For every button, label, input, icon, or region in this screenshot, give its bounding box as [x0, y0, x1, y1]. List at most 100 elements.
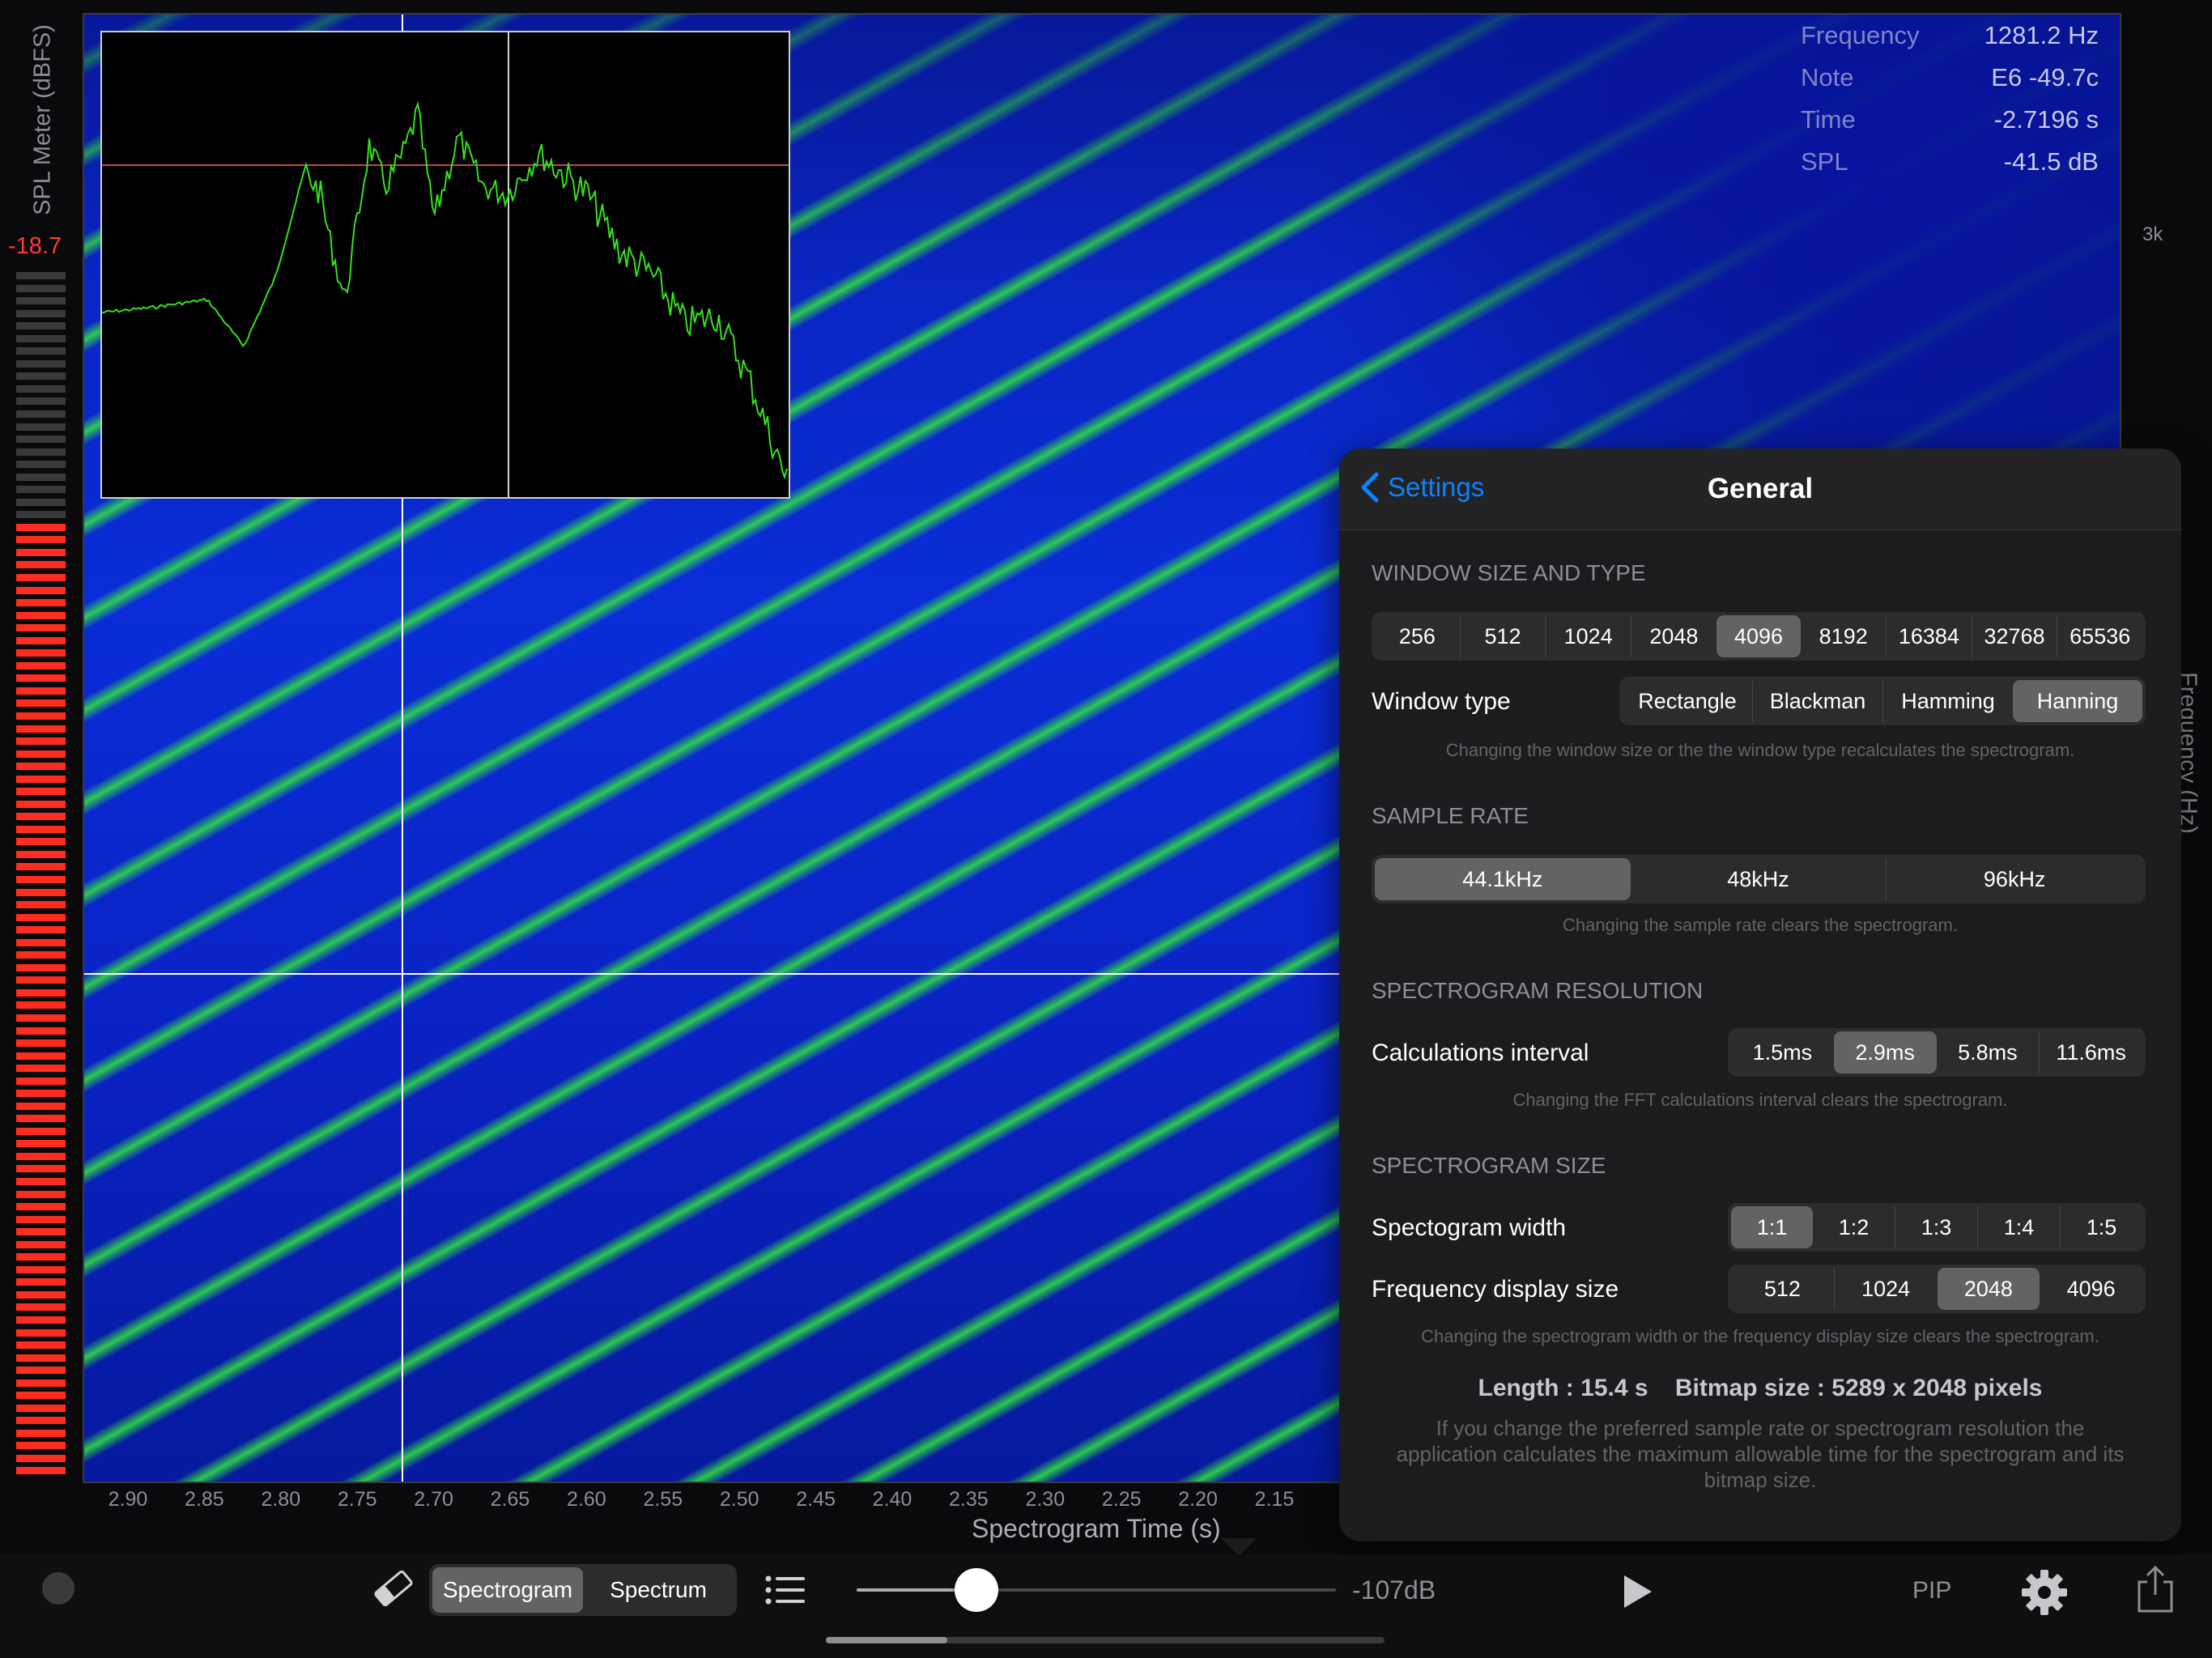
interval-option[interactable]: 5.8ms: [1937, 1031, 2040, 1073]
spl-meter-segment: [16, 951, 66, 959]
window-size-option[interactable]: 16384: [1886, 615, 1972, 657]
time-tick-label: 2.80: [261, 1488, 301, 1511]
window-type-option[interactable]: Hanning: [2013, 680, 2142, 722]
window-size-option[interactable]: 256: [1375, 615, 1460, 657]
time-tick-label: 2.55: [643, 1488, 683, 1511]
calculations-interval-control[interactable]: 1.5ms 2.9ms 5.8ms 11.6ms: [1728, 1028, 2146, 1077]
time-tick-label: 2.85: [185, 1488, 224, 1511]
spl-meter-segment: [16, 1240, 66, 1248]
spl-meter-segment: [16, 436, 66, 444]
spl-meter-segment: [16, 410, 66, 418]
spectrogram-width-option[interactable]: 1:2: [1813, 1206, 1895, 1248]
time-tick-label: 2.25: [1101, 1488, 1142, 1511]
spl-meter-segment: [16, 611, 66, 619]
spectrogram-width-control[interactable]: 1:1 1:2 1:3 1:4 1:5: [1728, 1203, 2146, 1252]
calculations-interval-label: Calculations interval: [1372, 1039, 1589, 1066]
spl-meter-segment: [16, 1467, 66, 1475]
frequency-size-option[interactable]: 512: [1731, 1268, 1834, 1310]
spl-meter-segment: [16, 712, 66, 720]
gain-slider-thumb[interactable]: [955, 1568, 998, 1612]
frequency-display-size-control[interactable]: 512 1024 2048 4096: [1728, 1265, 2146, 1313]
spl-meter-segment: [16, 1392, 66, 1400]
play-icon[interactable]: [1621, 1574, 1653, 1609]
window-size-option[interactable]: 8192: [1801, 615, 1886, 657]
spl-meter-segment: [16, 1039, 66, 1048]
sample-rate-option[interactable]: 96kHz: [1886, 858, 2142, 900]
window-type-option[interactable]: Hamming: [1882, 680, 2013, 722]
spectrogram-width-option[interactable]: 1:4: [1977, 1206, 2060, 1248]
interval-option[interactable]: 2.9ms: [1833, 1031, 1937, 1073]
explanation-text: If you change the preferred sample rate …: [1396, 1416, 2125, 1492]
tab-spectrum[interactable]: Spectrum: [583, 1567, 734, 1613]
time-tick-label: 2.90: [108, 1488, 148, 1511]
spl-meter-segment: [16, 976, 66, 984]
spl-meter-segment: [16, 901, 66, 909]
spl-meter-segment: [16, 788, 66, 796]
popover-title: General: [1707, 473, 1814, 504]
spl-meter-segment: [16, 586, 66, 594]
sample-rate-control[interactable]: 44.1kHz 48kHz 96kHz: [1372, 855, 2146, 903]
spl-meter-value: -18.7: [8, 233, 62, 259]
spl-meter-segment: [16, 284, 66, 292]
frequency-tick: 3k: [2142, 223, 2163, 245]
spl-meter-segment: [16, 536, 66, 544]
spl-meter-segment: [16, 1417, 66, 1425]
window-type-control[interactable]: Rectangle Blackman Hamming Hanning: [1619, 677, 2146, 725]
window-size-control[interactable]: 256 512 1024 2048 4096 8192 16384 32768 65536: [1372, 612, 2146, 661]
time-tick-label: 2.70: [414, 1488, 453, 1511]
gear-icon[interactable]: [2021, 1569, 2068, 1616]
view-mode-control[interactable]: Spectrogram Spectrum: [429, 1564, 737, 1616]
spl-meter-segment: [16, 309, 66, 317]
time-tick-label: 2.75: [337, 1488, 377, 1511]
sample-rate-option[interactable]: 48kHz: [1631, 858, 1887, 900]
spectrogram-width-option[interactable]: 1:5: [2060, 1206, 2142, 1248]
pip-spectrum-window[interactable]: [100, 31, 790, 499]
frequency-size-option[interactable]: 1024: [1833, 1268, 1938, 1310]
frequency-display-size-label: Frequency display size: [1372, 1276, 1619, 1303]
window-size-option[interactable]: 512: [1459, 615, 1546, 657]
pip-button[interactable]: PIP: [1912, 1577, 1951, 1605]
share-icon[interactable]: [2134, 1564, 2176, 1614]
spl-meter-segment: [16, 800, 66, 808]
window-size-option[interactable]: 1024: [1545, 615, 1631, 657]
spectrogram-width-option[interactable]: 1:3: [1895, 1206, 1977, 1248]
time-tick-label: 2.60: [567, 1488, 606, 1511]
spl-meter-segment: [16, 599, 66, 607]
window-type-label: Window type: [1372, 688, 1511, 715]
spl-meter-segment: [16, 1027, 66, 1035]
spl-meter-segment: [16, 1442, 66, 1450]
tab-spectrogram[interactable]: Spectrogram: [432, 1567, 583, 1613]
spl-meter-segment: [16, 1290, 66, 1299]
window-size-option[interactable]: 2048: [1631, 615, 1716, 657]
spl-meter-segment: [16, 561, 66, 569]
interval-option[interactable]: 11.6ms: [2039, 1031, 2142, 1073]
frequency-size-option[interactable]: 4096: [2040, 1268, 2142, 1310]
spl-meter-segment: [16, 511, 66, 519]
spl-meter-segment: [16, 850, 66, 858]
spl-meter-segment: [16, 322, 66, 330]
sample-rate-option[interactable]: 44.1kHz: [1375, 858, 1631, 900]
window-size-option[interactable]: 65536: [2057, 615, 2142, 657]
frequency-size-option[interactable]: 2048: [1937, 1268, 2040, 1310]
window-size-option[interactable]: 4096: [1716, 615, 1802, 657]
spl-meter-segment: [16, 1127, 66, 1135]
readout-row-note: Note E6 -49.7c: [1801, 63, 2099, 91]
spl-meter-segment: [16, 750, 66, 758]
spl-meter-segment: [16, 1303, 66, 1312]
readout-row-time: Time -2.7196 s: [1801, 105, 2099, 134]
window-type-option[interactable]: Blackman: [1752, 680, 1882, 722]
spectrogram-width-option[interactable]: 1:1: [1731, 1206, 1813, 1248]
eraser-icon[interactable]: [371, 1570, 416, 1607]
record-button[interactable]: [42, 1572, 74, 1605]
spl-meter-segment: [16, 687, 66, 695]
interval-option[interactable]: 1.5ms: [1731, 1031, 1834, 1073]
list-icon[interactable]: [764, 1574, 806, 1606]
window-type-option[interactable]: Rectangle: [1623, 680, 1752, 722]
time-tick-label: 2.30: [1025, 1488, 1066, 1511]
spl-meter-segment: [16, 661, 66, 670]
spl-meter-segment: [16, 649, 66, 657]
window-size-option[interactable]: 32768: [1971, 615, 2057, 657]
spl-meter-segment: [16, 334, 66, 342]
spl-meter-segment: [16, 1253, 66, 1261]
spl-meter-segment: [16, 1228, 66, 1236]
